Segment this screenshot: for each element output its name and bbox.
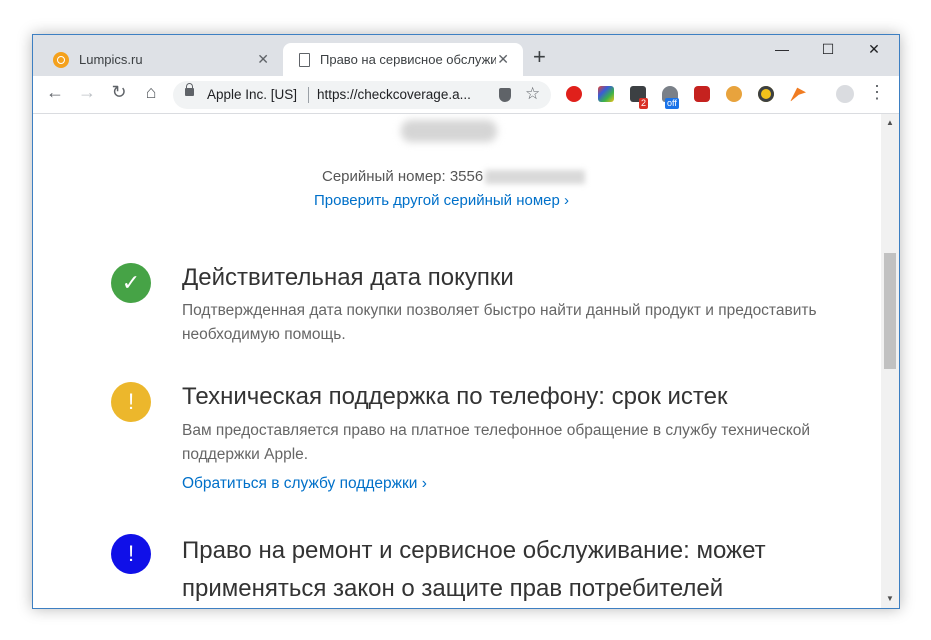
contact-support-link[interactable]: Обратиться в службу поддержки › bbox=[182, 475, 427, 493]
page-content: Серийный номер: 3556 Проверить другой се… bbox=[33, 114, 881, 608]
colorful-extension-icon[interactable] bbox=[598, 86, 614, 102]
omnibox-separator bbox=[308, 87, 309, 103]
tab-strip: Lumpics.ru ✕ Право на сервисное обслужив… bbox=[33, 35, 899, 76]
scrollbar-thumb[interactable] bbox=[884, 253, 896, 369]
section-title: Техническая поддержка по телефону: срок … bbox=[182, 383, 728, 410]
close-window-button[interactable]: ✕ bbox=[851, 41, 897, 58]
extension-badge-off: off bbox=[665, 98, 679, 109]
home-button[interactable]: ⌂ bbox=[139, 82, 163, 103]
maximize-button[interactable]: ☐ bbox=[805, 41, 851, 58]
tab-close-icon[interactable]: ✕ bbox=[497, 51, 509, 68]
profile-avatar-icon[interactable] bbox=[836, 85, 854, 103]
fox-extension-icon[interactable] bbox=[790, 87, 806, 102]
section-text: Подтвержденная дата покупки позволяет бы… bbox=[182, 302, 817, 343]
back-button[interactable]: ← bbox=[43, 82, 67, 103]
serial-number: Серийный номер: 3556 bbox=[322, 168, 586, 185]
tab-close-icon[interactable]: ✕ bbox=[257, 51, 269, 68]
lock-icon[interactable] bbox=[185, 83, 194, 96]
section-title: Право на ремонт и сервисное обслуживание… bbox=[182, 537, 766, 602]
new-tab-button[interactable]: + bbox=[533, 46, 546, 68]
scroll-down-arrow-icon[interactable]: ▼ bbox=[881, 594, 899, 603]
scroll-up-arrow-icon[interactable]: ▲ bbox=[881, 118, 899, 127]
info-circle-icon: ! bbox=[111, 534, 151, 574]
tab-service-coverage[interactable]: Право на сервисное обслужива ✕ bbox=[283, 43, 523, 76]
check-another-serial-link[interactable]: Проверить другой серийный номер › bbox=[314, 192, 569, 209]
serial-number-blurred bbox=[485, 170, 586, 185]
owl-extension-icon[interactable] bbox=[726, 86, 742, 102]
lumpics-favicon-icon bbox=[53, 51, 69, 68]
menu-button[interactable]: ⋮ bbox=[865, 82, 889, 103]
tab-lumpics[interactable]: Lumpics.ru ✕ bbox=[39, 43, 283, 76]
warning-circle-icon: ! bbox=[111, 382, 151, 422]
coin-extension-icon[interactable] bbox=[758, 86, 774, 102]
browser-window: Lumpics.ru ✕ Право на сервисное обслужив… bbox=[32, 34, 900, 609]
url-text[interactable]: https://checkcoverage.a... bbox=[317, 87, 471, 102]
browser-toolbar: ← → ↻ ⌂ Apple Inc. [US] https://checkcov… bbox=[33, 76, 899, 114]
serial-number-label: Серийный номер: 3556 bbox=[322, 168, 484, 185]
tab-title: Право на сервисное обслужива bbox=[320, 52, 496, 67]
shield-blocked-icon[interactable] bbox=[499, 88, 511, 102]
bookmark-star-icon[interactable]: ☆ bbox=[525, 84, 540, 104]
opera-vpn-extension-icon[interactable] bbox=[566, 86, 582, 102]
minimize-button[interactable]: — bbox=[759, 41, 805, 57]
vertical-scrollbar[interactable]: ▲ ▼ bbox=[881, 114, 899, 608]
extension-badge-2: 2 bbox=[639, 98, 649, 109]
reload-button[interactable]: ↻ bbox=[107, 82, 131, 103]
address-bar[interactable]: Apple Inc. [US] https://checkcoverage.a.… bbox=[173, 81, 551, 109]
site-identity[interactable]: Apple Inc. [US] bbox=[207, 87, 297, 102]
section-title: Действительная дата покупки bbox=[182, 264, 514, 291]
forward-button[interactable]: → bbox=[75, 82, 99, 103]
check-circle-icon: ✓ bbox=[111, 263, 151, 303]
video-extension-icon[interactable] bbox=[694, 86, 710, 102]
tab-title: Lumpics.ru bbox=[79, 52, 143, 67]
section-text: Вам предоставляется право на платное тел… bbox=[182, 422, 811, 463]
device-name-blurred bbox=[401, 120, 497, 142]
document-favicon-icon bbox=[299, 52, 310, 67]
